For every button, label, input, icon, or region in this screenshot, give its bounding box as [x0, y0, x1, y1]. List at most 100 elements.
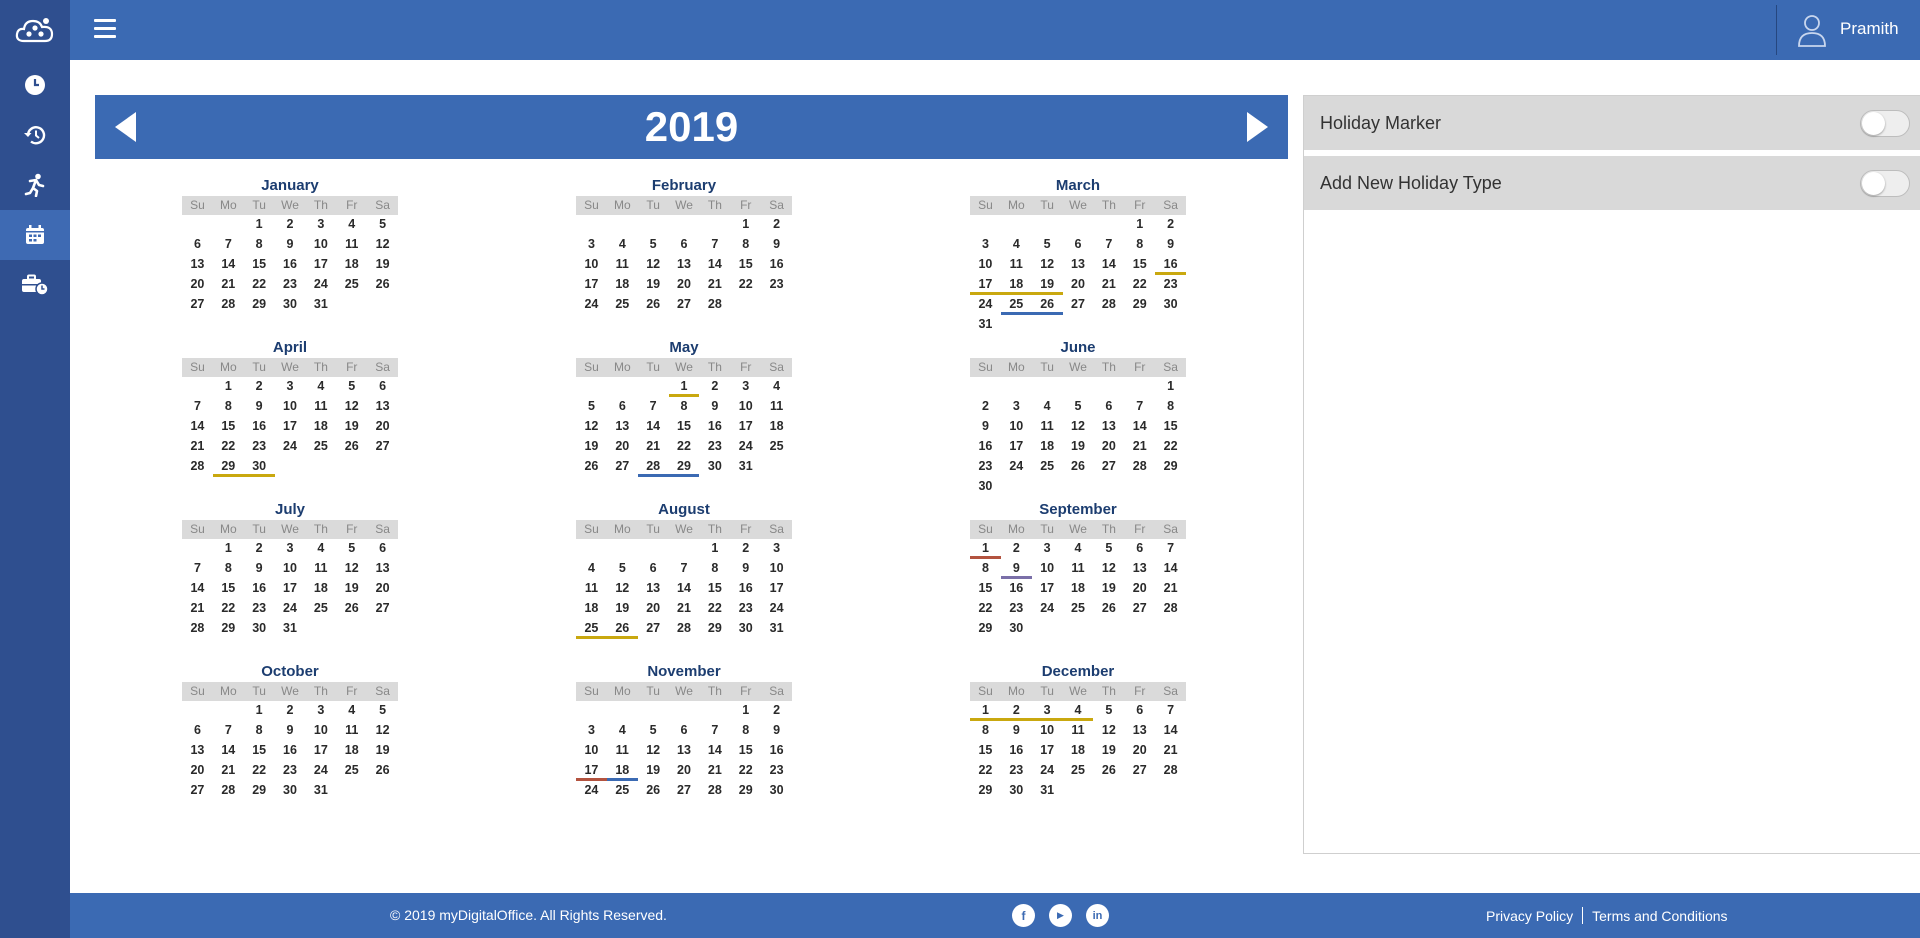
day-cell[interactable]: 11	[607, 741, 638, 761]
day-cell[interactable]: 13	[1124, 721, 1155, 741]
day-cell[interactable]: 14	[182, 417, 213, 437]
day-cell[interactable]: 23	[275, 761, 306, 781]
day-cell[interactable]: 21	[699, 275, 730, 295]
day-cell[interactable]: 17	[730, 417, 761, 437]
day-cell[interactable]: 15	[970, 741, 1001, 761]
day-cell[interactable]: 7	[1155, 539, 1186, 559]
day-cell[interactable]: 11	[761, 397, 792, 417]
day-cell[interactable]: 18	[305, 579, 336, 599]
day-cell[interactable]: 17	[275, 417, 306, 437]
day-cell[interactable]: 28	[182, 619, 213, 639]
day-cell[interactable]: 9	[761, 235, 792, 255]
day-cell[interactable]: 1	[730, 701, 761, 721]
day-cell[interactable]: 8	[730, 235, 761, 255]
day-cell[interactable]: 23	[1001, 761, 1032, 781]
day-cell[interactable]: 6	[1093, 397, 1124, 417]
day-cell[interactable]: 29	[1155, 457, 1186, 477]
day-cell[interactable]: 23	[699, 437, 730, 457]
day-cell[interactable]: 9	[1000, 559, 1032, 579]
day-cell[interactable]: 3	[761, 539, 792, 559]
day-cell[interactable]: 26	[1031, 295, 1063, 315]
add-holiday-type-toggle[interactable]	[1860, 170, 1910, 197]
sidebar-item-activity[interactable]	[0, 160, 70, 210]
sidebar-item-timesheet[interactable]	[0, 260, 70, 310]
day-cell[interactable]: 17	[1001, 437, 1032, 457]
day-cell[interactable]: 6	[669, 235, 700, 255]
day-cell[interactable]: 12	[336, 397, 367, 417]
day-cell[interactable]: 16	[761, 741, 792, 761]
day-cell[interactable]: 28	[1155, 599, 1186, 619]
day-cell[interactable]: 16	[761, 255, 792, 275]
app-logo-icon[interactable]	[0, 0, 70, 60]
day-cell[interactable]: 24	[305, 275, 336, 295]
day-cell[interactable]: 25	[1063, 761, 1094, 781]
day-cell[interactable]: 29	[244, 295, 275, 315]
day-cell[interactable]: 19	[638, 275, 669, 295]
day-cell[interactable]: 10	[305, 721, 336, 741]
day-cell[interactable]: 14	[213, 255, 244, 275]
day-cell[interactable]: 2	[761, 215, 792, 235]
day-cell[interactable]: 18	[1063, 741, 1094, 761]
day-cell[interactable]: 6	[669, 721, 700, 741]
day-cell[interactable]: 6	[607, 397, 638, 417]
day-cell[interactable]: 2	[275, 701, 306, 721]
day-cell[interactable]: 3	[576, 235, 607, 255]
day-cell[interactable]: 15	[669, 417, 700, 437]
day-cell[interactable]: 10	[576, 741, 607, 761]
day-cell[interactable]: 30	[970, 477, 1001, 497]
day-cell[interactable]: 17	[576, 275, 607, 295]
day-cell[interactable]: 20	[1093, 437, 1124, 457]
day-cell[interactable]: 18	[606, 761, 638, 781]
day-cell[interactable]: 21	[213, 761, 244, 781]
day-cell[interactable]: 22	[244, 761, 275, 781]
day-cell[interactable]: 5	[576, 397, 607, 417]
day-cell[interactable]: 15	[244, 255, 275, 275]
day-cell[interactable]: 27	[1124, 761, 1155, 781]
day-cell[interactable]: 31	[730, 457, 761, 477]
day-cell[interactable]: 10	[275, 397, 306, 417]
user-avatar-icon[interactable]	[1797, 13, 1827, 47]
day-cell[interactable]: 15	[213, 579, 244, 599]
day-cell[interactable]: 2	[1001, 539, 1032, 559]
day-cell[interactable]: 29	[212, 457, 244, 477]
day-cell[interactable]: 3	[970, 235, 1001, 255]
day-cell[interactable]: 13	[367, 559, 398, 579]
day-cell[interactable]: 3	[305, 701, 336, 721]
day-cell[interactable]: 6	[1063, 235, 1094, 255]
day-cell[interactable]: 27	[1093, 457, 1124, 477]
day-cell[interactable]: 9	[761, 721, 792, 741]
day-cell[interactable]: 23	[761, 275, 792, 295]
day-cell[interactable]: 6	[1124, 701, 1155, 721]
day-cell[interactable]: 10	[730, 397, 761, 417]
day-cell[interactable]: 30	[243, 457, 275, 477]
day-cell[interactable]: 4	[607, 235, 638, 255]
day-cell[interactable]: 12	[1093, 721, 1124, 741]
day-cell[interactable]: 28	[637, 457, 669, 477]
day-cell[interactable]: 6	[1124, 539, 1155, 559]
day-cell[interactable]: 20	[638, 599, 669, 619]
day-cell[interactable]: 2	[244, 377, 275, 397]
youtube-icon[interactable]: ▶	[1049, 904, 1072, 927]
day-cell[interactable]: 4	[1063, 539, 1094, 559]
day-cell[interactable]: 19	[576, 437, 607, 457]
day-cell[interactable]: 2	[1000, 701, 1032, 721]
day-cell[interactable]: 21	[213, 275, 244, 295]
day-cell[interactable]: 26	[638, 781, 669, 801]
sidebar-item-history[interactable]	[0, 110, 70, 160]
day-cell[interactable]: 19	[336, 417, 367, 437]
day-cell[interactable]: 8	[699, 559, 730, 579]
day-cell[interactable]: 15	[730, 255, 761, 275]
day-cell[interactable]: 4	[305, 377, 336, 397]
day-cell[interactable]: 17	[970, 275, 1001, 295]
day-cell[interactable]: 21	[1093, 275, 1124, 295]
day-cell[interactable]: 24	[1001, 457, 1032, 477]
day-cell[interactable]: 19	[638, 761, 669, 781]
day-cell[interactable]: 5	[638, 235, 669, 255]
day-cell[interactable]: 25	[607, 781, 638, 801]
day-cell[interactable]: 27	[669, 295, 700, 315]
day-cell[interactable]: 8	[1124, 235, 1155, 255]
day-cell[interactable]: 25	[761, 437, 792, 457]
day-cell[interactable]: 10	[761, 559, 792, 579]
day-cell[interactable]: 11	[1063, 559, 1094, 579]
day-cell[interactable]: 13	[607, 417, 638, 437]
